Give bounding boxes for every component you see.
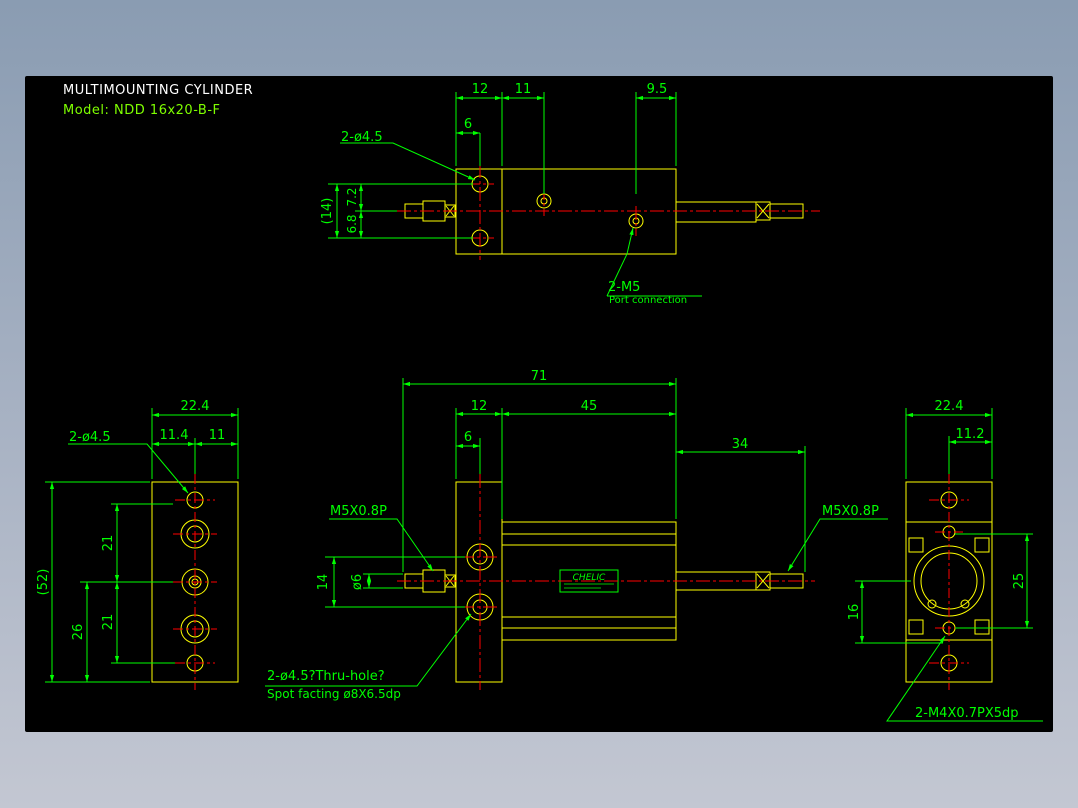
top-dim-6: 6	[464, 117, 472, 132]
front-view: CHELIC 71 12 45 6 34 M5X0.8P M5X0.8P 2-ø…	[265, 369, 888, 701]
left-dim-11-4: 11.4	[160, 428, 189, 443]
front-port-left: M5X0.8P	[330, 504, 387, 519]
right-dim-11-2: 11.2	[956, 427, 985, 442]
front-dim-14: 14	[316, 574, 331, 591]
left-dim-22-4: 22.4	[181, 399, 210, 414]
front-dim-12: 12	[471, 399, 488, 414]
front-dim-34: 34	[732, 437, 749, 452]
top-port-note: Port connection	[609, 295, 687, 306]
drawing-canvas: 12 11 9.5 6 2-ø4.5 2-M5 Port connection …	[36, 82, 1043, 722]
left-dim-21-a: 21	[101, 535, 116, 552]
top-port-label: 2-M5	[608, 280, 640, 295]
left-dim-26: 26	[71, 624, 86, 641]
top-dim-7-2: 7.2	[345, 187, 359, 206]
top-dim-11: 11	[515, 82, 532, 97]
front-port-right: M5X0.8P	[822, 504, 879, 519]
top-dim-6-8: 6.8	[345, 214, 359, 233]
right-view: 22.4 11.2 2-M4X0.7PX5dp 25 16	[847, 399, 1043, 722]
front-dim-dia6: ø6	[350, 574, 365, 590]
right-dim-22-4: 22.4	[935, 399, 964, 414]
top-view: 12 11 9.5 6 2-ø4.5 2-M5 Port connection …	[320, 82, 820, 306]
front-dim-6: 6	[464, 430, 472, 445]
top-dim-9-5: 9.5	[647, 82, 668, 97]
front-hole-note-1: 2-ø4.5?Thru-hole?	[267, 669, 385, 684]
right-dim-25: 25	[1012, 573, 1027, 590]
left-view: 22.4 11.4 11 2-ø4.5 (52) 26 21 21	[36, 399, 239, 690]
left-dim-21-b: 21	[101, 614, 116, 631]
front-dim-71: 71	[531, 369, 548, 384]
left-holes-label: 2-ø4.5	[69, 430, 111, 445]
front-hole-note-2: Spot facting ø8X6.5dp	[267, 687, 401, 701]
front-end-block	[455, 481, 503, 683]
top-holes-label: 2-ø4.5	[341, 130, 383, 145]
front-dim-45: 45	[581, 399, 598, 414]
top-rod	[675, 201, 757, 223]
left-dim-52: (52)	[36, 569, 51, 596]
cad-viewport[interactable]: MULTIMOUNTING CYLINDER Model: NDD 16x20-…	[25, 76, 1053, 732]
right-dim-16: 16	[847, 604, 862, 621]
top-dim-14: (14)	[320, 198, 335, 225]
right-tap-label: 2-M4X0.7PX5dp	[915, 706, 1019, 721]
left-dim-11: 11	[209, 428, 226, 443]
top-dim-12: 12	[472, 82, 489, 97]
